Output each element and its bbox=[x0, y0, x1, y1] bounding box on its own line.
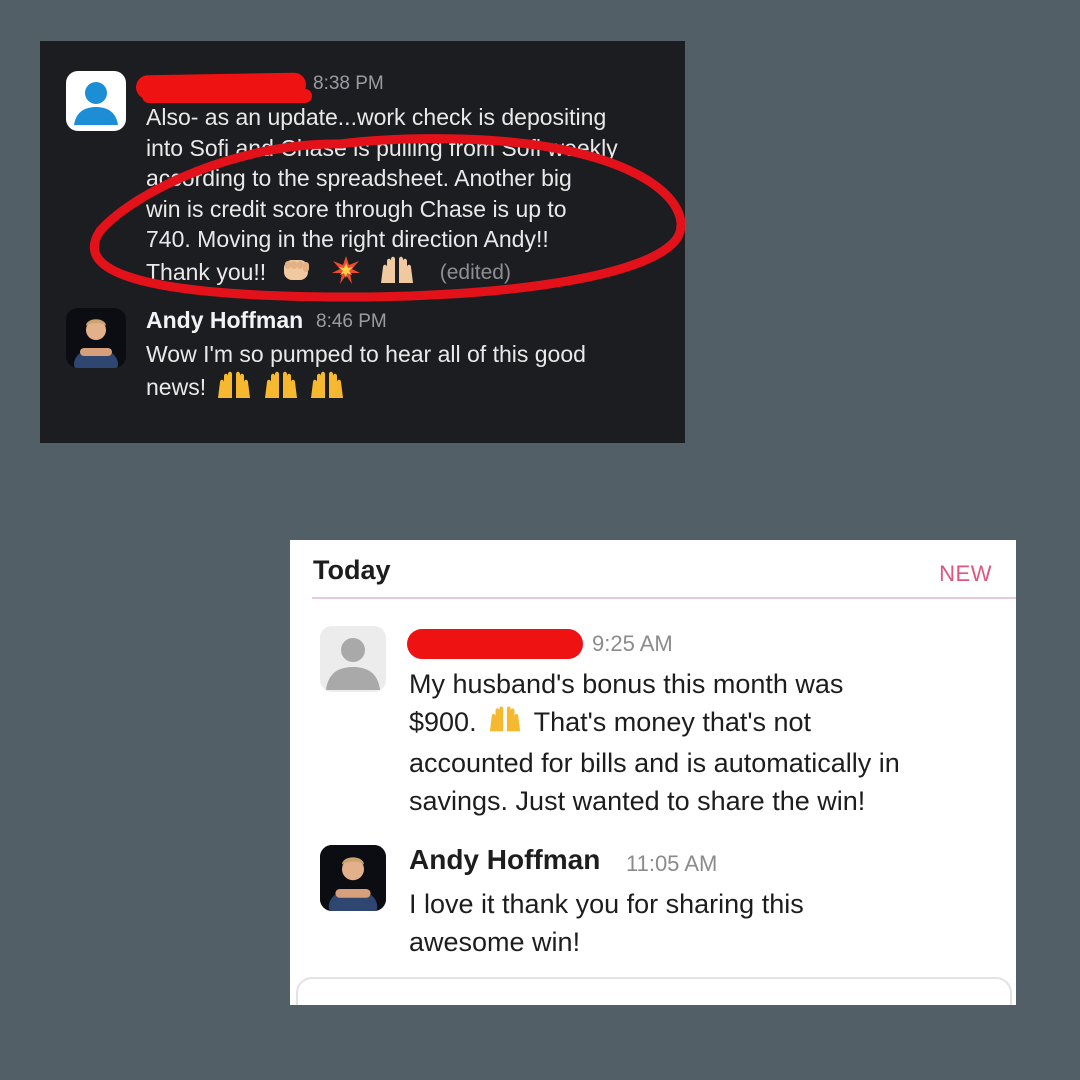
message-line: I love it thank you for sharing this bbox=[409, 889, 804, 919]
message-line: $900. That's money that's not bbox=[409, 703, 1009, 744]
sender-name[interactable]: Andy Hoffman bbox=[146, 307, 303, 334]
message-timestamp[interactable]: 11:05 AM bbox=[626, 851, 717, 877]
message-body: My husband's bonus this month was $900. … bbox=[409, 665, 1009, 820]
message-line-text: That's money that's not bbox=[533, 707, 812, 737]
message-composer[interactable] bbox=[296, 977, 1012, 1005]
raised-hands-emoji bbox=[216, 370, 252, 408]
message-line: news! bbox=[146, 370, 676, 408]
raised-hands-emoji bbox=[309, 370, 345, 408]
message-line: accounted for bills and is automatically… bbox=[409, 747, 900, 778]
message-timestamp[interactable]: 9:25 AM bbox=[592, 631, 673, 657]
message-line: awesome win! bbox=[409, 927, 581, 957]
message-timestamp[interactable]: 8:46 PM bbox=[316, 311, 387, 333]
message-line-text: $900. bbox=[409, 707, 477, 737]
message-line: Wow I'm so pumped to hear all of this go… bbox=[146, 341, 586, 367]
profile-photo bbox=[320, 845, 386, 911]
andy-hoffman-avatar[interactable] bbox=[66, 308, 126, 368]
message-line: savings. Just wanted to share the win! bbox=[409, 785, 866, 816]
user-avatar[interactable] bbox=[320, 626, 386, 692]
message-line-text: news! bbox=[146, 373, 207, 400]
message-line: My husband's bonus this month was bbox=[409, 669, 844, 699]
dark-chat-panel: 8:38 PM Also- as an update...work check … bbox=[40, 41, 685, 443]
andy-hoffman-avatar[interactable] bbox=[320, 845, 386, 911]
message-body: Wow I'm so pumped to hear all of this go… bbox=[146, 339, 676, 407]
sender-name[interactable]: Andy Hoffman bbox=[409, 844, 600, 876]
light-chat-panel: Today NEW 9:25 AM My husband's bonus thi… bbox=[290, 540, 1016, 1005]
day-divider-label: Today bbox=[313, 555, 391, 585]
new-messages-label[interactable]: NEW bbox=[939, 561, 992, 587]
raised-hands-emoji bbox=[488, 704, 522, 744]
redacted-sender-name bbox=[407, 629, 583, 659]
new-messages-divider bbox=[312, 597, 1016, 599]
person-icon bbox=[326, 638, 380, 690]
profile-photo bbox=[66, 308, 126, 368]
message-body: I love it thank you for sharing this awe… bbox=[409, 885, 1009, 961]
raised-hands-emoji bbox=[263, 370, 299, 408]
